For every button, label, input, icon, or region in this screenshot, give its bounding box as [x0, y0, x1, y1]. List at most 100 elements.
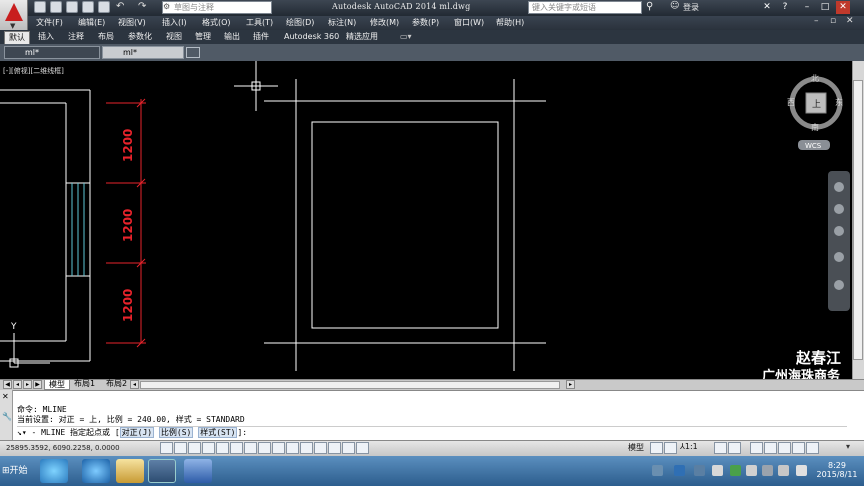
close-icon[interactable]: ✕ — [2, 392, 9, 401]
menu-window[interactable]: 窗口(W) — [454, 17, 484, 28]
menu-help[interactable]: 帮助(H) — [496, 17, 524, 28]
internet-explorer-icon[interactable] — [82, 459, 110, 483]
tray-speaker-icon[interactable] — [796, 465, 807, 476]
menu-file[interactable]: 文件(F) — [36, 17, 63, 28]
next-layout-icon[interactable]: ▸ — [23, 380, 32, 389]
workspace-select[interactable]: 草图与注释 — [162, 1, 272, 14]
menu-tools[interactable]: 工具(T) — [246, 17, 273, 28]
tab-layout[interactable]: 布局 — [98, 31, 114, 43]
taskbar-clock[interactable]: 8:29 2015/8/11 — [814, 461, 860, 479]
print-icon[interactable] — [98, 1, 110, 13]
tab-annotate[interactable]: 注释 — [68, 31, 84, 43]
save-as-icon[interactable] — [82, 1, 94, 13]
viewport-control[interactable]: [-][俯视][二维线框] — [3, 66, 64, 76]
tab-layout1[interactable]: 布局1 — [70, 379, 99, 390]
minimize-button[interactable]: – — [800, 1, 814, 14]
tray-security-icon[interactable] — [730, 465, 741, 476]
tab-manage[interactable]: 管理 — [195, 31, 211, 43]
tab-autodesk-360[interactable]: Autodesk 360 — [284, 31, 339, 43]
option-scale[interactable]: 比例(S) — [158, 427, 194, 438]
start-button[interactable]: ⊞开始 — [2, 460, 36, 482]
tray-help-icon[interactable] — [674, 465, 685, 476]
menu-format[interactable]: 格式(O) — [202, 17, 231, 28]
search-icon[interactable]: ⚲ — [646, 1, 653, 12]
menu-modify[interactable]: 修改(M) — [370, 17, 399, 28]
tab-default[interactable]: 默认 — [4, 31, 30, 44]
lineweight-icon[interactable] — [300, 442, 313, 454]
tray-keyboard-icon[interactable] — [712, 465, 723, 476]
application-menu-button[interactable]: ▼ — [0, 0, 28, 30]
clean-screen-icon[interactable] — [806, 442, 819, 454]
menu-insert[interactable]: 插入(I) — [162, 17, 187, 28]
lock-icon[interactable] — [764, 442, 777, 454]
3d-object-snap-icon[interactable] — [244, 442, 257, 454]
undo-icon[interactable]: ↶ — [116, 1, 124, 12]
option-style[interactable]: 样式(ST) — [198, 427, 238, 438]
word-icon[interactable] — [184, 459, 212, 483]
tab-view[interactable]: 视图 — [166, 31, 182, 43]
menu-edit[interactable]: 编辑(E) — [78, 17, 105, 28]
menu-draw[interactable]: 绘图(D) — [286, 17, 314, 28]
login-link[interactable]: 登录 — [683, 2, 699, 13]
auto-scale-icon[interactable] — [728, 442, 741, 454]
quick-view-drawings-icon[interactable] — [664, 442, 677, 454]
annotation-scale[interactable]: ⅄1:1 — [680, 442, 698, 451]
tray-network-icon[interactable] — [746, 465, 757, 476]
hardware-acceleration-icon[interactable] — [778, 442, 791, 454]
tray-volume-icon[interactable] — [778, 465, 789, 476]
infer-constraints-icon[interactable] — [160, 442, 173, 454]
quick-properties-icon[interactable] — [328, 442, 341, 454]
viewcube-west[interactable]: 西 — [787, 97, 795, 108]
close-button[interactable]: ✕ — [836, 1, 850, 14]
new-file-icon[interactable] — [34, 1, 46, 13]
tray-battery-icon[interactable] — [762, 465, 773, 476]
scroll-left-icon[interactable]: ◂ — [130, 380, 139, 389]
coordinate-readout[interactable]: 25895.3592, 6090.2258, 0.0000 — [6, 444, 120, 452]
tab-model[interactable]: 模型 — [44, 379, 70, 390]
first-layout-icon[interactable]: ◀ — [3, 380, 12, 389]
annotation-monitor-icon[interactable] — [356, 442, 369, 454]
workspace-switching-icon[interactable] — [750, 442, 763, 454]
object-snap-tracking-icon[interactable] — [258, 442, 271, 454]
model-space-toggle[interactable]: 模型 — [628, 442, 644, 453]
tray-flag-icon[interactable] — [694, 465, 705, 476]
maximize-button[interactable]: □ — [818, 1, 832, 14]
vertical-scroll-thumb[interactable] — [853, 80, 863, 360]
option-justify[interactable]: 对正(J) — [119, 427, 155, 438]
autocad-taskbar-icon[interactable] — [148, 459, 176, 483]
polar-tracking-icon[interactable] — [216, 442, 229, 454]
menu-view[interactable]: 视图(V) — [118, 17, 146, 28]
redo-icon[interactable]: ↷ — [138, 1, 146, 12]
tray-language-icon[interactable] — [652, 465, 663, 476]
menu-parametric[interactable]: 参数(P) — [412, 17, 439, 28]
file-explorer-icon[interactable] — [116, 459, 144, 483]
wcs-menu[interactable]: WCS — [805, 142, 821, 150]
grid-display-icon[interactable] — [188, 442, 201, 454]
status-menu-icon[interactable]: ▾ — [846, 442, 850, 451]
prev-layout-icon[interactable]: ◂ — [13, 380, 22, 389]
object-snap-icon[interactable] — [230, 442, 243, 454]
file-tab-2[interactable]: ml* — [102, 46, 184, 59]
doc-close-button[interactable]: ✕ — [846, 16, 854, 26]
tab-insert[interactable]: 插入 — [38, 31, 54, 43]
ribbon-toggle-icon[interactable]: ▭▾ — [400, 31, 412, 43]
annotation-visibility-icon[interactable] — [714, 442, 727, 454]
viewcube-south[interactable]: 南 — [811, 122, 819, 133]
dynamic-input-icon[interactable] — [286, 442, 299, 454]
isolate-objects-icon[interactable] — [792, 442, 805, 454]
viewcube-top-face[interactable]: 上 — [812, 97, 821, 110]
quick-view-layouts-icon[interactable] — [650, 442, 663, 454]
search-input[interactable]: 键入关键字或短语 — [528, 1, 642, 14]
menu-dimension[interactable]: 标注(N) — [328, 17, 356, 28]
exchange-icon[interactable]: ✕ — [760, 1, 774, 14]
tab-parametric[interactable]: 参数化 — [128, 31, 152, 43]
dynamic-ucs-icon[interactable] — [272, 442, 285, 454]
doc-restore-button[interactable]: ▫ — [830, 16, 836, 26]
tab-plugins[interactable]: 插件 — [253, 31, 269, 43]
file-tab-1[interactable]: ml* — [4, 46, 100, 59]
selection-cycling-icon[interactable] — [342, 442, 355, 454]
doc-minimize-button[interactable]: – — [814, 16, 819, 26]
tab-featured-apps[interactable]: 精选应用 — [346, 31, 378, 43]
new-tab-button[interactable] — [186, 47, 200, 58]
command-input[interactable]: ↘▾ - MLINE 指定起点或 [对正(J) 比例(S) 样式(ST)]: — [17, 426, 847, 439]
